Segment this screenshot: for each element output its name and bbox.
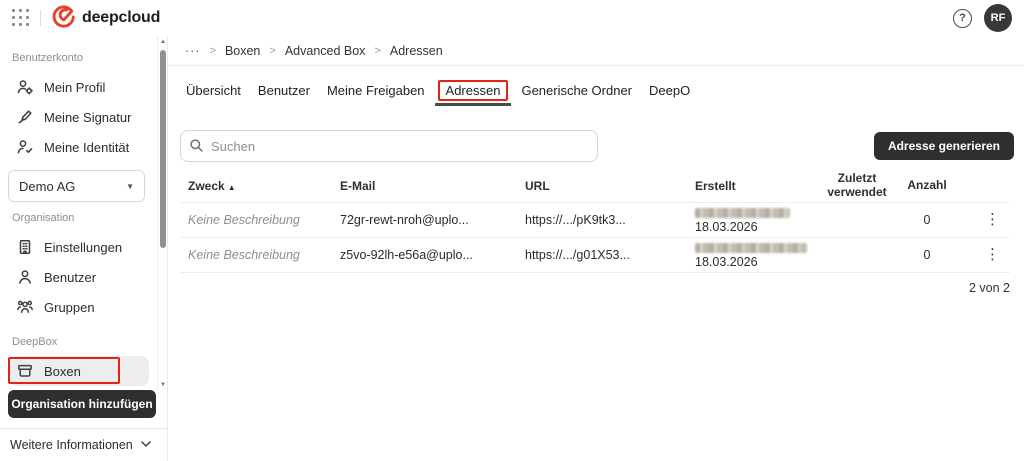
- topbar-divider: [40, 10, 41, 26]
- breadcrumb-separator: >: [210, 45, 216, 57]
- weitere-informationen-toggle[interactable]: Weitere Informationen: [0, 428, 167, 461]
- tab-generische-ordner[interactable]: Generische Ordner: [517, 80, 636, 101]
- table-header-row: Zweck▲ E-Mail URL Erstellt Zuletzt verwe…: [180, 170, 1010, 203]
- deepcloud-logo-icon: [51, 3, 76, 33]
- user-check-icon: [16, 138, 34, 156]
- sidebar-scrollbar[interactable]: ▲ ▼: [157, 36, 167, 391]
- table-row[interactable]: Keine Beschreibung z5vo-92lh-e56a@uplo..…: [180, 238, 1010, 273]
- sidebar-scroll-area: Benutzerkonto Mein Profil: [0, 36, 157, 389]
- cell-url: https://.../pK9tk3...: [517, 210, 687, 230]
- section-label-benutzerkonto: Benutzerkonto: [12, 52, 157, 64]
- sidebar-item-label: Benutzer: [44, 270, 96, 285]
- sidebar-item-benutzer[interactable]: Benutzer: [8, 262, 149, 292]
- tab-adressen[interactable]: Adressen: [438, 80, 509, 101]
- cell-zuletzt-verwendet: [817, 217, 897, 223]
- cell-anzahl: 0: [897, 245, 957, 265]
- redacted-creator-name: [695, 243, 807, 253]
- help-icon[interactable]: ?: [953, 9, 972, 28]
- breadcrumb: ··· > Boxen > Advanced Box > Adressen: [168, 36, 1024, 66]
- kebab-menu-icon[interactable]: ⋮: [981, 245, 1004, 264]
- cell-zweck: Keine Beschreibung: [180, 245, 332, 265]
- main-content: ··· > Boxen > Advanced Box > Adressen Üb…: [168, 36, 1024, 461]
- sidebar-item-label: Mein Profil: [44, 80, 105, 95]
- user-gear-icon: [16, 78, 34, 96]
- tab-benutzer[interactable]: Benutzer: [254, 80, 314, 101]
- sidebar-item-mein-profil[interactable]: Mein Profil: [8, 72, 149, 102]
- cell-email: 72gr-rewt-nroh@uplo...: [332, 210, 517, 230]
- tab-bar: Übersicht Benutzer Meine Freigaben Adres…: [182, 80, 1024, 114]
- cell-url: https://.../g01X53...: [517, 245, 687, 265]
- avatar[interactable]: RF: [984, 4, 1012, 32]
- deepcloud-logo[interactable]: deepcloud: [51, 3, 160, 33]
- organisation-select[interactable]: Demo AG ▼: [8, 170, 145, 202]
- breadcrumb-separator: >: [374, 45, 380, 57]
- created-date: 18.03.2026: [695, 255, 758, 269]
- sidebar-item-label: Gruppen: [44, 300, 95, 315]
- caret-down-icon: ▼: [126, 182, 134, 191]
- section-label-deepbox: DeepBox: [12, 336, 157, 348]
- topbar: deepcloud ? RF: [0, 0, 1024, 36]
- cell-email: z5vo-92lh-e56a@uplo...: [332, 245, 517, 265]
- pagination-count: 2 von 2: [180, 281, 1010, 295]
- chevron-down-icon: [139, 437, 153, 454]
- search-input[interactable]: [180, 130, 598, 162]
- users-group-icon: [16, 298, 34, 316]
- signature-icon: [16, 108, 34, 126]
- apps-grid-icon[interactable]: [12, 9, 30, 27]
- breadcrumb-item-adressen[interactable]: Adressen: [390, 44, 443, 58]
- created-date: 18.03.2026: [695, 220, 758, 234]
- column-header-zuletzt-verwendet[interactable]: Zuletzt verwendet: [817, 170, 897, 202]
- redacted-creator-name: [695, 208, 790, 218]
- cell-erstellt: 18.03.2026: [687, 238, 817, 272]
- tab-uebersicht[interactable]: Übersicht: [182, 80, 245, 101]
- sidebar-item-meine-signatur[interactable]: Meine Signatur: [8, 102, 149, 132]
- breadcrumb-ellipsis[interactable]: ···: [185, 44, 201, 58]
- sort-asc-icon: ▲: [228, 183, 236, 192]
- generate-address-button[interactable]: Adresse generieren: [874, 132, 1014, 160]
- cell-zuletzt-verwendet: [817, 252, 897, 258]
- cell-erstellt: 18.03.2026: [687, 203, 817, 237]
- column-header-erstellt[interactable]: Erstellt: [687, 177, 817, 195]
- breadcrumb-item-advanced-box[interactable]: Advanced Box: [285, 44, 366, 58]
- kebab-menu-icon[interactable]: ⋮: [981, 210, 1004, 229]
- scrollbar-down-icon[interactable]: ▼: [159, 382, 167, 388]
- column-header-url[interactable]: URL: [517, 177, 687, 195]
- search-icon: [189, 138, 204, 158]
- sidebar-item-label: Meine Signatur: [44, 110, 131, 125]
- section-label-organisation: Organisation: [12, 212, 157, 224]
- building-icon: [16, 238, 34, 256]
- tab-meine-freigaben[interactable]: Meine Freigaben: [323, 80, 429, 101]
- cell-anzahl: 0: [897, 210, 957, 230]
- user-icon: [16, 268, 34, 286]
- sidebar-item-gruppen[interactable]: Gruppen: [8, 292, 149, 322]
- column-header-email[interactable]: E-Mail: [332, 177, 517, 195]
- cell-zweck: Keine Beschreibung: [180, 210, 332, 230]
- add-organisation-button[interactable]: Organisation hinzufügen: [8, 390, 156, 418]
- scrollbar-up-icon[interactable]: ▲: [159, 39, 167, 45]
- column-header-zweck[interactable]: Zweck▲: [180, 177, 332, 195]
- tab-adressen-label: Adressen: [446, 83, 501, 98]
- active-tab-underline: [435, 103, 512, 106]
- sidebar-item-meine-identitaet[interactable]: Meine Identität: [8, 132, 149, 162]
- breadcrumb-item-boxen[interactable]: Boxen: [225, 44, 260, 58]
- sidebar: Benutzerkonto Mein Profil: [0, 36, 168, 461]
- sidebar-item-mit-uns-geteilt[interactable]: Mit uns geteilt: [8, 386, 149, 389]
- sidebar-item-boxen[interactable]: Boxen: [8, 356, 149, 386]
- table-row[interactable]: Keine Beschreibung 72gr-rewt-nroh@uplo..…: [180, 203, 1010, 238]
- weitere-informationen-label: Weitere Informationen: [10, 438, 133, 452]
- sidebar-item-label: Einstellungen: [44, 240, 122, 255]
- tab-deepo[interactable]: DeepO: [645, 80, 694, 101]
- box-icon: [16, 362, 34, 380]
- sidebar-item-label: Meine Identität: [44, 140, 129, 155]
- sidebar-item-einstellungen[interactable]: Einstellungen: [8, 232, 149, 262]
- logo-text: deepcloud: [82, 9, 160, 27]
- column-header-anzahl[interactable]: Anzahl: [897, 177, 957, 195]
- scrollbar-thumb[interactable]: [160, 50, 166, 248]
- breadcrumb-separator: >: [269, 45, 275, 57]
- sidebar-item-label: Boxen: [44, 364, 81, 379]
- addresses-table: Zweck▲ E-Mail URL Erstellt Zuletzt verwe…: [180, 170, 1010, 295]
- search-field: [180, 130, 598, 162]
- organisation-select-value: Demo AG: [19, 179, 75, 194]
